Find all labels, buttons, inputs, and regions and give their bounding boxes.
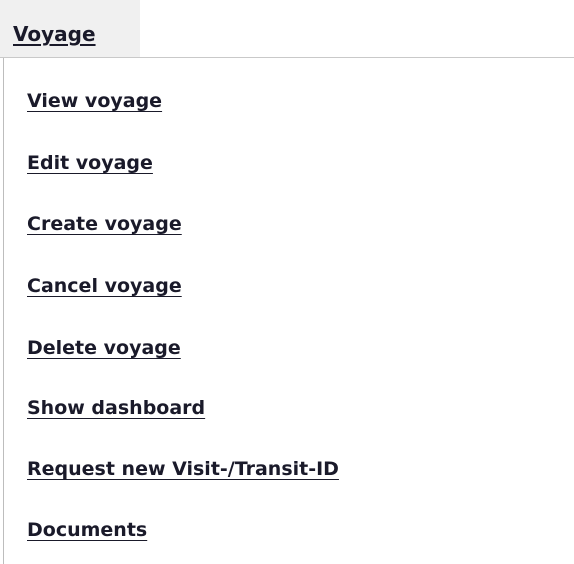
menu-item-view-voyage[interactable]: View voyage	[27, 88, 162, 114]
menu-item-cancel-voyage[interactable]: Cancel voyage	[27, 273, 182, 299]
voyage-menu-title[interactable]: Voyage	[13, 20, 96, 48]
voyage-menu-tab[interactable]: Voyage	[0, 0, 140, 58]
menu-item-create-voyage[interactable]: Create voyage	[27, 211, 182, 237]
menu-item-show-dashboard[interactable]: Show dashboard	[27, 395, 205, 421]
menu-item-documents[interactable]: Documents	[27, 517, 147, 543]
voyage-dropdown-panel: View voyage Edit voyage Create voyage Ca…	[3, 58, 574, 564]
menu-item-request-visit-transit-id[interactable]: Request new Visit-/Transit-ID	[27, 456, 339, 482]
menu-item-edit-voyage[interactable]: Edit voyage	[27, 150, 153, 176]
menu-item-delete-voyage[interactable]: Delete voyage	[27, 335, 181, 361]
